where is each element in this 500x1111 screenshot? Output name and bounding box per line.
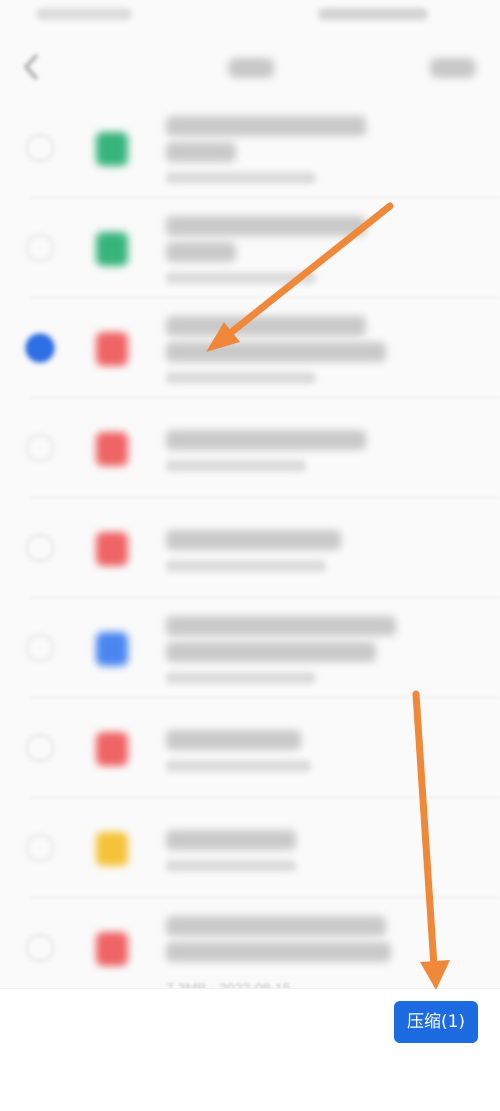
list-item[interactable] (0, 498, 500, 598)
spreadsheet-file-icon (96, 132, 128, 166)
file-name (166, 616, 396, 636)
word-file-icon (96, 632, 128, 666)
file-name (166, 730, 301, 750)
pdf-file-icon (96, 532, 128, 566)
file-name (166, 916, 386, 936)
radio-button[interactable] (26, 434, 54, 462)
file-name (166, 316, 366, 336)
header-action-button[interactable] (430, 58, 476, 78)
file-name-line2 (166, 942, 391, 962)
file-name (166, 530, 341, 550)
radio-button[interactable] (26, 234, 54, 262)
radio-button[interactable] (26, 134, 54, 162)
file-name-line2 (166, 342, 386, 362)
file-name (166, 830, 296, 850)
file-meta (166, 172, 316, 184)
radio-button-checked[interactable] (26, 334, 54, 362)
pdf-file-icon (96, 932, 128, 966)
file-meta (166, 460, 306, 472)
header (0, 36, 500, 98)
file-name-line2 (166, 142, 236, 162)
list-item[interactable] (0, 598, 500, 698)
file-meta (166, 372, 316, 384)
file-meta (166, 860, 296, 872)
file-list (0, 98, 500, 988)
file-meta (166, 560, 326, 572)
file-name-line2 (166, 242, 236, 262)
status-bar (0, 0, 500, 36)
file-name (166, 216, 366, 236)
list-item[interactable] (0, 898, 500, 988)
radio-button[interactable] (26, 634, 54, 662)
pdf-file-icon (96, 732, 128, 766)
list-item[interactable] (0, 698, 500, 798)
folder-file-icon (96, 832, 128, 866)
file-name-line2 (166, 642, 376, 662)
file-name (166, 430, 366, 450)
spreadsheet-file-icon (96, 232, 128, 266)
bottom-bar: 压缩(1) (0, 988, 500, 1111)
status-bar-right (318, 8, 428, 20)
compress-button[interactable]: 压缩(1) (394, 1001, 478, 1043)
radio-button[interactable] (26, 834, 54, 862)
list-item[interactable] (0, 198, 500, 298)
file-meta (166, 672, 316, 684)
file-meta (166, 272, 316, 284)
file-meta (166, 760, 311, 772)
list-item[interactable] (0, 398, 500, 498)
pdf-file-icon (96, 432, 128, 466)
status-bar-left (36, 8, 132, 20)
radio-button[interactable] (26, 534, 54, 562)
back-icon[interactable] (16, 50, 46, 84)
pdf-file-icon (96, 332, 128, 366)
radio-button[interactable] (26, 934, 54, 962)
page-title (228, 58, 274, 78)
file-name (166, 116, 366, 136)
list-item[interactable] (0, 98, 500, 198)
list-item[interactable] (0, 798, 500, 898)
radio-button[interactable] (26, 734, 54, 762)
list-item[interactable] (0, 298, 500, 398)
